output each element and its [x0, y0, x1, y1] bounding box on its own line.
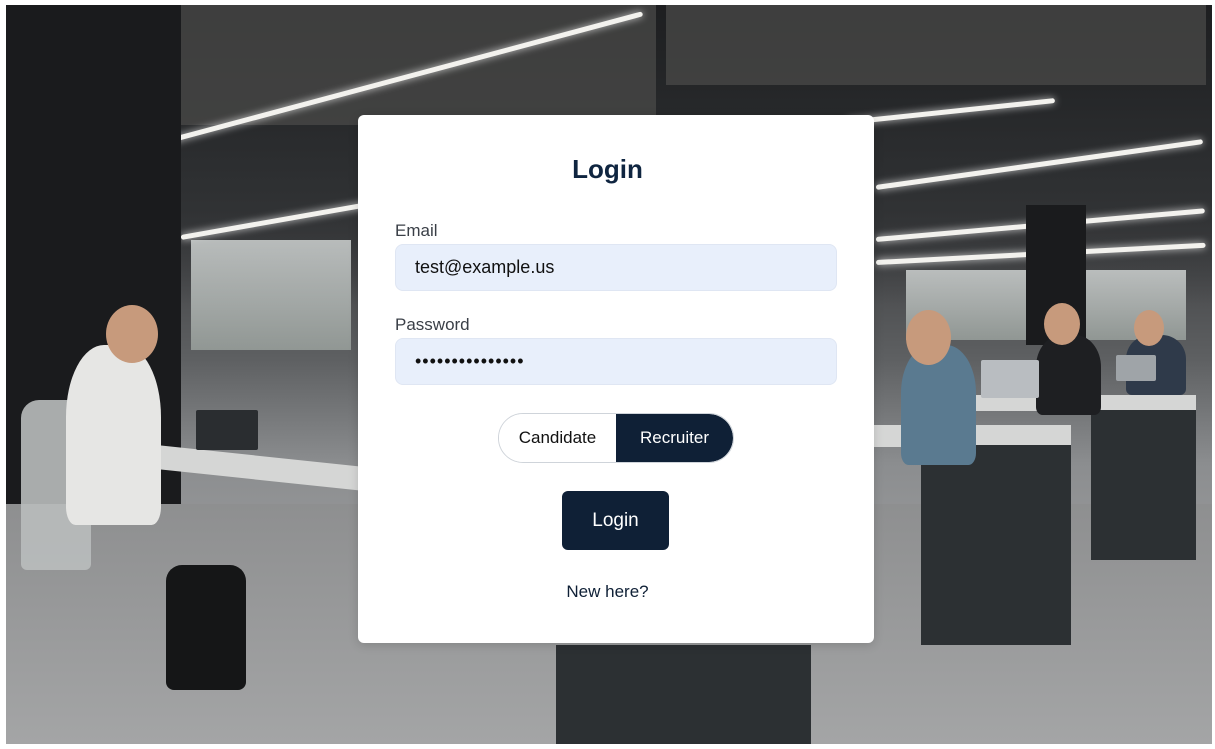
- window: [191, 240, 351, 350]
- password-input[interactable]: [395, 338, 837, 385]
- password-label: Password: [395, 315, 470, 334]
- ceiling-panel: [666, 5, 1206, 85]
- ceiling-panel: [176, 5, 656, 125]
- person: [901, 345, 976, 465]
- laptop: [196, 410, 258, 450]
- role-option-recruiter[interactable]: Recruiter: [616, 414, 733, 462]
- person-head: [1134, 310, 1164, 346]
- desk: [921, 445, 1071, 645]
- login-title: Login: [572, 154, 643, 184]
- role-toggle: Candidate Recruiter: [498, 413, 734, 463]
- person-head: [106, 305, 158, 363]
- email-input[interactable]: [395, 244, 837, 291]
- role-option-candidate[interactable]: Candidate: [499, 414, 616, 462]
- laptop: [1116, 355, 1156, 381]
- laptop: [981, 360, 1039, 398]
- desk: [556, 645, 811, 744]
- new-here-link[interactable]: New here?: [0, 582, 1215, 602]
- login-button[interactable]: Login: [562, 491, 669, 550]
- person: [66, 345, 161, 525]
- person: [1036, 335, 1101, 415]
- person-head: [1044, 303, 1080, 345]
- email-label: Email: [395, 221, 438, 240]
- desk: [1091, 410, 1196, 560]
- person-head: [906, 310, 951, 365]
